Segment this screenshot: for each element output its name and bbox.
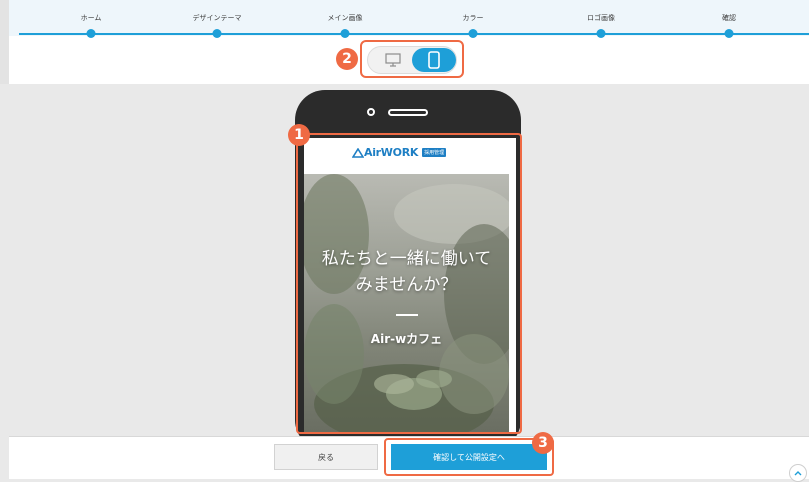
step-label-design-theme[interactable]: デザインテーマ xyxy=(193,13,242,23)
step-label-color[interactable]: カラー xyxy=(463,13,484,23)
device-toggle xyxy=(367,46,457,74)
step-label-home[interactable]: ホーム xyxy=(81,13,102,23)
step-label-logo-image[interactable]: ロゴ画像 xyxy=(587,13,615,23)
step-dot[interactable] xyxy=(340,29,350,38)
annotation-badge-1: 1 xyxy=(288,124,310,146)
mobile-view-button[interactable] xyxy=(412,48,456,72)
step-dot[interactable] xyxy=(596,29,606,38)
desktop-icon xyxy=(385,53,401,67)
desktop-view-button[interactable] xyxy=(378,50,408,70)
step-label-main-image[interactable]: メイン画像 xyxy=(328,13,363,23)
smartphone-icon xyxy=(428,51,440,69)
back-button[interactable]: 戻る xyxy=(274,444,378,470)
scroll-top-button[interactable] xyxy=(789,464,807,482)
step-dot[interactable] xyxy=(86,29,96,38)
device-toggle-highlight xyxy=(360,40,464,78)
chevron-up-icon xyxy=(794,471,802,476)
step-line xyxy=(19,33,809,35)
step-dot[interactable] xyxy=(468,29,478,38)
annotation-badge-3: 3 xyxy=(532,432,554,454)
step-dot[interactable] xyxy=(212,29,222,38)
speaker-icon xyxy=(388,109,428,116)
confirm-publish-button[interactable]: 確認して公開設定へ xyxy=(391,444,547,470)
screen-highlight xyxy=(296,133,522,434)
camera-icon xyxy=(367,108,375,116)
step-label-confirm[interactable]: 確認 xyxy=(722,13,736,23)
step-progress: ホーム デザインテーマ メイン画像 カラー ロゴ画像 確認 xyxy=(9,0,809,38)
annotation-badge-2: 2 xyxy=(336,48,358,70)
step-dot[interactable] xyxy=(724,29,734,38)
